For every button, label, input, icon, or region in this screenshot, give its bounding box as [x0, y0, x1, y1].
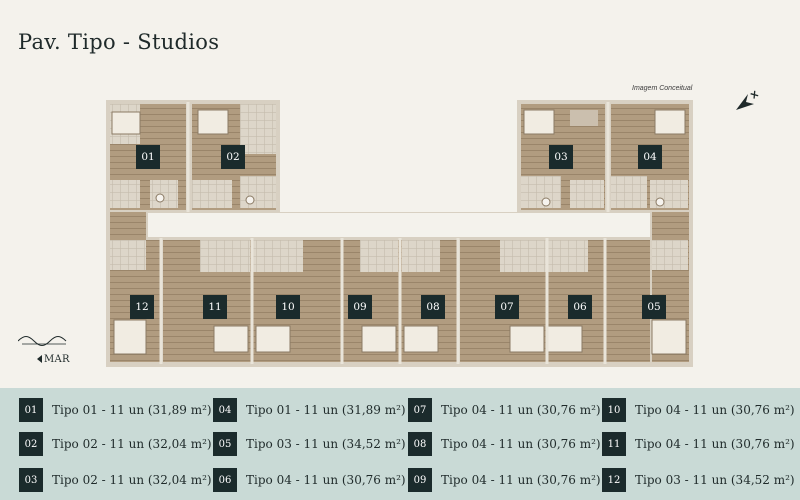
legend-text: Tipo 01 - 11 un (31,89 m²) [52, 403, 212, 417]
unit-label-04: 04 [638, 145, 662, 169]
legend-number: 07 [408, 398, 432, 422]
unit-label-10: 10 [276, 295, 300, 319]
legend-text: Tipo 02 - 11 un (32,04 m²) [52, 473, 212, 487]
legend-text: Tipo 04 - 11 un (30,76 m²) [246, 473, 406, 487]
legend-item-05: 05 Tipo 03 - 11 un (34,52 m²) [213, 432, 406, 456]
legend-number: 12 [602, 468, 626, 492]
sea-label: MAR [44, 354, 70, 365]
legend-item-03: 03 Tipo 02 - 11 un (32,04 m²) [19, 468, 212, 492]
legend-text: Tipo 04 - 11 un (30,76 m²) [441, 473, 601, 487]
legend-text: Tipo 04 - 11 un (30,76 m²) [441, 437, 601, 451]
floor-plan [106, 100, 693, 367]
legend-text: Tipo 02 - 11 un (32,04 m²) [52, 437, 212, 451]
legend-text: Tipo 04 - 11 un (30,76 m²) [635, 403, 795, 417]
unit-label-05: 05 [642, 295, 666, 319]
legend-number: 11 [602, 432, 626, 456]
legend-number: 09 [408, 468, 432, 492]
legend-number: 05 [213, 432, 237, 456]
legend-item-01: 01 Tipo 01 - 11 un (31,89 m²) [19, 398, 212, 422]
unit-label-06: 06 [568, 295, 592, 319]
legend-text: Tipo 04 - 11 un (30,76 m²) [635, 437, 795, 451]
legend-item-07: 07 Tipo 04 - 11 un (30,76 m²) [408, 398, 601, 422]
legend-number: 06 [213, 468, 237, 492]
unit-label-11: 11 [203, 295, 227, 319]
waves-icon [18, 336, 67, 346]
legend-number: 04 [213, 398, 237, 422]
unit-label-07: 07 [495, 295, 519, 319]
legend-item-02: 02 Tipo 02 - 11 un (32,04 m²) [19, 432, 212, 456]
legend-item-10: 10 Tipo 04 - 11 un (30,76 m²) [602, 398, 795, 422]
legend-text: Tipo 01 - 11 un (31,89 m²) [246, 403, 406, 417]
legend-text: Tipo 03 - 11 un (34,52 m²) [635, 473, 795, 487]
legend-item-08: 08 Tipo 04 - 11 un (30,76 m²) [408, 432, 601, 456]
unit-label-03: 03 [549, 145, 573, 169]
legend-item-06: 06 Tipo 04 - 11 un (30,76 m²) [213, 468, 406, 492]
legend-item-11: 11 Tipo 04 - 11 un (30,76 m²) [602, 432, 795, 456]
unit-label-08: 08 [421, 295, 445, 319]
legend-number: 01 [19, 398, 43, 422]
unit-label-12: 12 [130, 295, 154, 319]
legend-item-12: 12 Tipo 03 - 11 un (34,52 m²) [602, 468, 795, 492]
unit-legend: 01 Tipo 01 - 11 un (31,89 m²) 02 Tipo 02… [0, 388, 800, 500]
legend-number: 08 [408, 432, 432, 456]
legend-text: Tipo 03 - 11 un (34,52 m²) [246, 437, 406, 451]
legend-text: Tipo 04 - 11 un (30,76 m²) [441, 403, 601, 417]
legend-number: 10 [602, 398, 626, 422]
legend-number: 02 [19, 432, 43, 456]
legend-item-09: 09 Tipo 04 - 11 un (30,76 m²) [408, 468, 601, 492]
legend-number: 03 [19, 468, 43, 492]
legend-item-04: 04 Tipo 01 - 11 un (31,89 m²) [213, 398, 406, 422]
unit-label-09: 09 [348, 295, 372, 319]
unit-label-01: 01 [136, 145, 160, 169]
arrow-left-icon [37, 355, 42, 363]
unit-label-02: 02 [221, 145, 245, 169]
